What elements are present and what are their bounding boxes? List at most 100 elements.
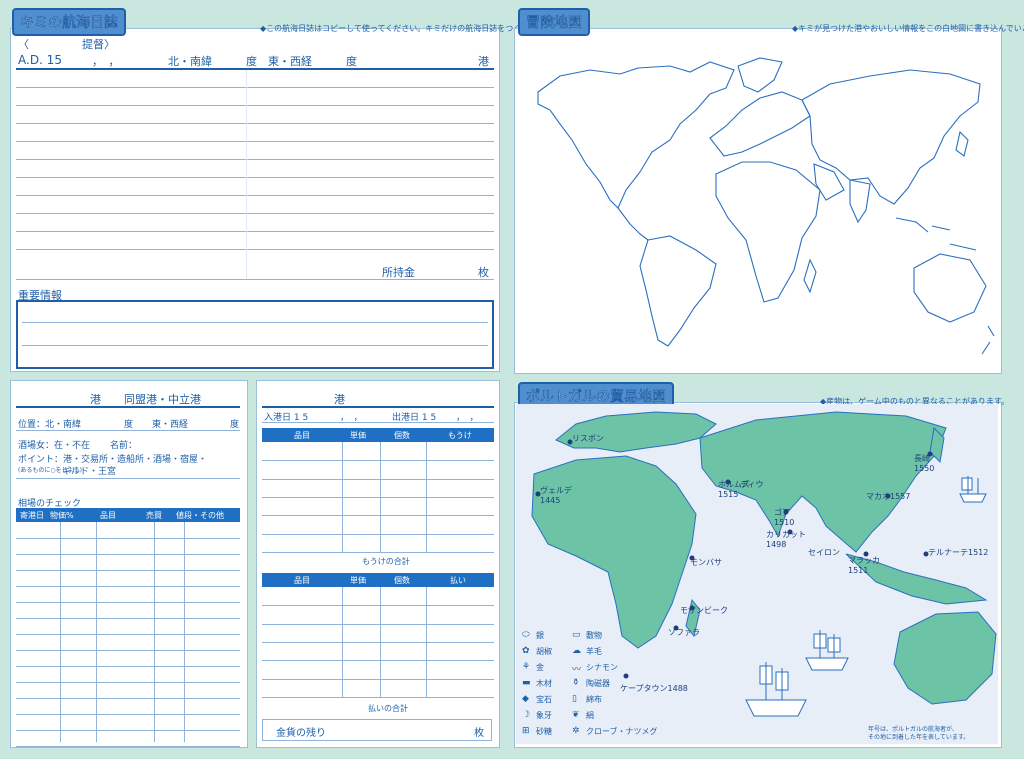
- legend-label: シナモン: [586, 663, 618, 672]
- market-col-date: 寄港日: [20, 511, 44, 520]
- legend-label: 金: [536, 663, 544, 672]
- log-line: [16, 141, 494, 142]
- legend-label: 綿布: [586, 695, 602, 704]
- money-label: 所持金: [382, 266, 415, 279]
- ivory-icon: ☽: [522, 710, 531, 720]
- madagascar-outline: [803, 258, 817, 294]
- port-sheet-port: 港: [90, 393, 101, 406]
- market-col-item: 品目: [100, 511, 116, 520]
- market-row-line: [16, 586, 240, 587]
- port-position-deg2: 度: [230, 420, 240, 430]
- purchase-col-unit: 単価: [350, 576, 366, 585]
- blank-world-map: [537, 57, 995, 355]
- legend-label: 胡椒: [536, 647, 552, 656]
- gem-icon: ◆: [522, 694, 529, 704]
- log-line: [16, 231, 494, 232]
- market-row-line: [16, 538, 240, 539]
- port-position-rule: [16, 430, 240, 431]
- gold-left-unit: 枚: [474, 728, 484, 739]
- silver-icon: ⬭: [522, 630, 530, 640]
- important-line-2: [22, 345, 488, 346]
- adventure-map-title: 冒険地図: [518, 8, 590, 36]
- market-row-line: [16, 714, 240, 715]
- log-line: [16, 195, 494, 196]
- trade-row-line: [262, 697, 494, 698]
- trade-row-line: [262, 515, 494, 517]
- market-row-line: [16, 570, 240, 571]
- latitude-label: 北・南緯: [168, 55, 212, 68]
- market-col-trade: 売買: [146, 511, 162, 520]
- fleet-open: 〈: [18, 38, 29, 51]
- purchase-col-pay: 払い: [450, 576, 466, 585]
- legend-label: 絹: [586, 711, 594, 720]
- log-port-label: 港: [478, 55, 489, 68]
- australia-outline: [913, 253, 987, 323]
- timber-icon: ▬: [522, 678, 531, 688]
- city-sofala: ソファラ: [668, 628, 700, 637]
- market-row-line: [16, 746, 240, 747]
- arabia-outline: [813, 163, 845, 201]
- trade-row-line: [262, 678, 494, 680]
- latitude-degree: 度: [246, 55, 257, 68]
- market-row-line: [16, 682, 240, 683]
- legend-label: 砂糖: [536, 727, 552, 736]
- fleet-label: 提督〉: [82, 38, 115, 51]
- cinnamon-icon: 〰: [572, 665, 582, 675]
- purchase-col-item: 品目: [294, 576, 310, 585]
- port-position-lon: 東・西経: [152, 420, 189, 430]
- trade-row-line: [262, 623, 494, 625]
- port-sheet-ally: 同盟港・中立港: [124, 393, 201, 406]
- legend-label: 木材: [536, 679, 552, 688]
- trade-map-footnote-2: その地に到着した年を表しています。: [868, 734, 970, 741]
- logbook-title: キミの航海日誌: [12, 8, 126, 36]
- legend-label: クローブ・ナツメグ: [586, 727, 658, 736]
- trade-sheet-rule: [262, 406, 494, 408]
- log-line: [16, 213, 494, 214]
- legend-label: 敷物: [586, 631, 602, 640]
- gold-left-label: 金貨の残り: [276, 728, 326, 739]
- port-sheet-rule: [16, 406, 240, 408]
- trade-row-line: [262, 642, 494, 643]
- city-ceylon: セイロン: [808, 548, 840, 557]
- money-rule: [16, 279, 494, 280]
- city-nagasaki: 長崎 1550: [914, 454, 935, 473]
- central-america-outline: [617, 207, 649, 241]
- sales-col-profit: もうけ: [448, 431, 472, 440]
- market-row-line: [16, 554, 240, 555]
- sugar-icon: ⊞: [522, 726, 530, 736]
- purchase-col-qty: 個数: [394, 576, 410, 585]
- market-table-header: 寄港日 物価% 品目 売買 値段・その他: [16, 508, 240, 522]
- log-line: [16, 159, 494, 160]
- sales-table-header: 品目 単価 個数 もうけ: [262, 428, 494, 442]
- adventure-map-note: ◆キミが見つけた港やおいしい情報をこの白地図に書き込んでいこう。: [792, 24, 1024, 33]
- city-mozambique: モザンビーク: [680, 606, 728, 615]
- trade-sheet-port: 港: [334, 393, 345, 406]
- market-row-line: [16, 634, 240, 635]
- city-mombasa: モンバサ: [690, 558, 722, 567]
- textile-icon: ▭: [572, 630, 581, 640]
- sales-col-item: 品目: [294, 431, 310, 440]
- important-info-box[interactable]: [16, 300, 494, 369]
- city-verde: ヴェルデ 1445: [540, 486, 572, 505]
- port-position-deg1: 度: [124, 420, 134, 430]
- city-malacca: マラッカ 1511: [848, 556, 880, 575]
- market-row-line: [16, 730, 240, 731]
- city-macao: マカオ1557: [866, 492, 911, 501]
- gold-icon: ⚘: [522, 662, 531, 672]
- silk-icon: ❦: [572, 710, 580, 720]
- greenland-outline: [737, 57, 783, 93]
- city-calicut: カリカット 1498: [766, 530, 806, 549]
- legend-label: 陶磁器: [586, 679, 610, 688]
- longitude-degree: 度: [346, 55, 357, 68]
- trade-row-line: [262, 497, 494, 498]
- log-line: [16, 123, 494, 124]
- market-row-line: [16, 618, 240, 619]
- log-line: [16, 249, 494, 250]
- europe-outline: [709, 91, 811, 157]
- legend-label: 宝石: [536, 695, 552, 704]
- city-lisbon: リスボン: [572, 434, 604, 443]
- barmaid-name: 名前：: [110, 441, 138, 451]
- porcelain-icon: ⚱: [572, 678, 580, 688]
- city-diu: ディウ: [740, 480, 764, 489]
- port-info-rule: [16, 478, 240, 479]
